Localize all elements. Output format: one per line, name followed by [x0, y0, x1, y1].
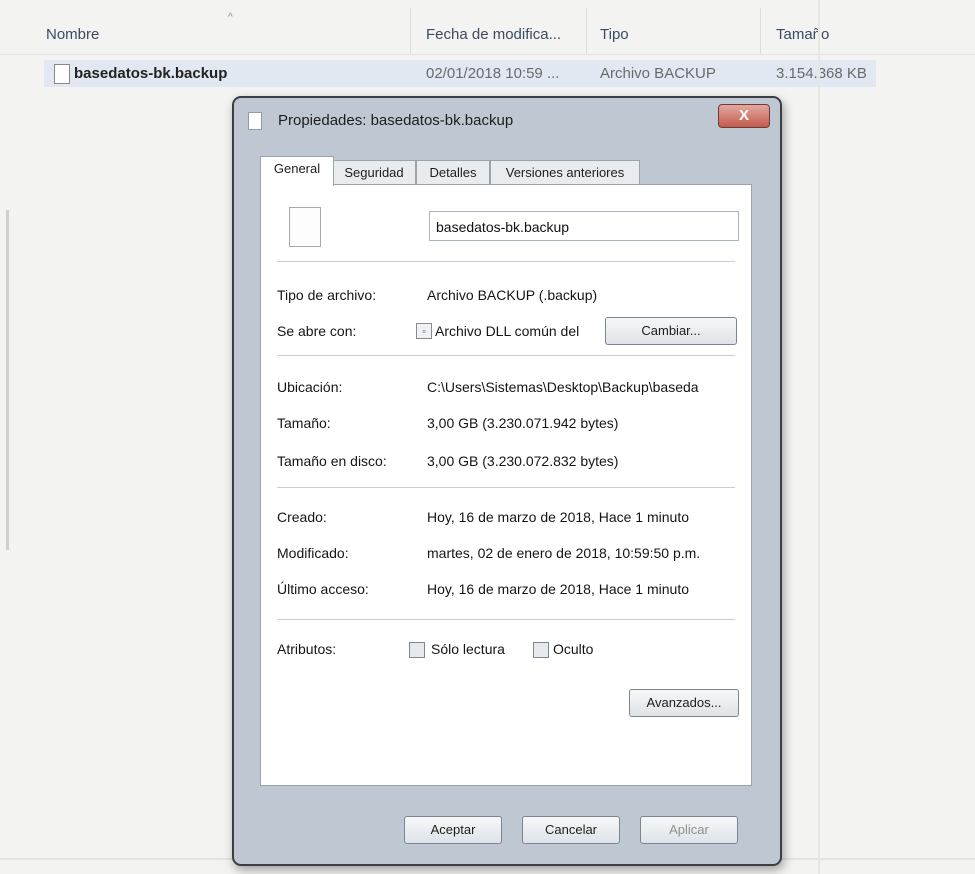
size-label: Tamaño:: [277, 415, 331, 431]
readonly-checkbox[interactable]: [409, 642, 425, 658]
change-button[interactable]: Cambiar...: [605, 317, 737, 345]
close-button[interactable]: X: [718, 104, 770, 128]
file-icon: [54, 64, 70, 84]
column-separator: [410, 8, 411, 54]
sort-arrow-icon: ^: [228, 12, 233, 23]
size-value: 3,00 GB (3.230.071.942 bytes): [427, 415, 619, 431]
created-value: Hoy, 16 de marzo de 2018, Hace 1 minuto: [427, 509, 690, 525]
divider: [277, 619, 735, 620]
dialog-title: Propiedades: basedatos-bk.backup: [278, 112, 514, 129]
tab-security[interactable]: Seguridad: [332, 160, 416, 185]
column-type[interactable]: Tipo: [600, 26, 629, 43]
file-icon: [248, 112, 262, 130]
location-label: Ubicación:: [277, 379, 343, 395]
hidden-label: Oculto: [553, 641, 594, 657]
general-panel: basedatos-bk.backup Tipo de archivo: Arc…: [260, 184, 752, 786]
ok-button[interactable]: Aceptar: [404, 816, 502, 844]
column-separator: [586, 8, 587, 54]
readonly-label: Sólo lectura: [431, 641, 505, 657]
file-type: Archivo BACKUP: [600, 65, 716, 82]
tab-details[interactable]: Detalles: [416, 160, 490, 185]
document-icon: [289, 207, 321, 247]
file-modified: 02/01/2018 10:59 ...: [426, 65, 560, 82]
attributes-label: Atributos:: [277, 641, 337, 657]
properties-dialog: Propiedades: basedatos-bk.backup X Gener…: [232, 96, 782, 866]
size-on-disk-label: Tamaño en disco:: [277, 453, 387, 469]
opens-with-value: Archivo DLL común del: [435, 323, 580, 339]
size-on-disk-value: 3,00 GB (3.230.072.832 bytes): [427, 453, 619, 469]
location-value: C:\Users\Sistemas\Desktop\Backup\baseda: [427, 379, 699, 395]
accessed-label: Último acceso:: [277, 581, 369, 597]
divider: [277, 261, 735, 262]
column-name[interactable]: Nombre: [46, 26, 99, 43]
modified-value: martes, 02 de enero de 2018, 10:59:50 p.…: [427, 545, 701, 561]
created-label: Creado:: [277, 509, 327, 525]
column-date-modified[interactable]: Fecha de modifica...: [426, 26, 561, 43]
cancel-button[interactable]: Cancelar: [522, 816, 620, 844]
file-size: 3.154.368 KB: [776, 65, 867, 82]
filename-field[interactable]: basedatos-bk.backup: [429, 211, 739, 241]
advanced-button[interactable]: Avanzados...: [629, 689, 739, 717]
divider: [277, 487, 735, 488]
column-separator: [760, 8, 761, 54]
column-size[interactable]: Tamaño: [776, 26, 829, 43]
hidden-checkbox[interactable]: [533, 642, 549, 658]
tab-general[interactable]: General: [260, 156, 334, 186]
pane-edge: [6, 210, 9, 550]
divider: [277, 355, 735, 356]
accessed-value: Hoy, 16 de marzo de 2018, Hace 1 minuto: [427, 581, 690, 597]
column-header: Nombre ^ Fecha de modifica... Tipo Tamañ…: [0, 0, 975, 55]
application-icon: ▫: [416, 323, 432, 339]
modified-label: Modificado:: [277, 545, 349, 561]
apply-button[interactable]: Aplicar: [640, 816, 738, 844]
tab-previous-versions[interactable]: Versiones anteriores: [490, 160, 640, 185]
file-name[interactable]: basedatos-bk.backup: [74, 65, 227, 82]
pane-divider: [818, 0, 820, 874]
file-type-label: Tipo de archivo:: [277, 287, 377, 303]
file-type-value: Archivo BACKUP (.backup): [427, 287, 598, 303]
opens-with-label: Se abre con:: [277, 323, 357, 339]
